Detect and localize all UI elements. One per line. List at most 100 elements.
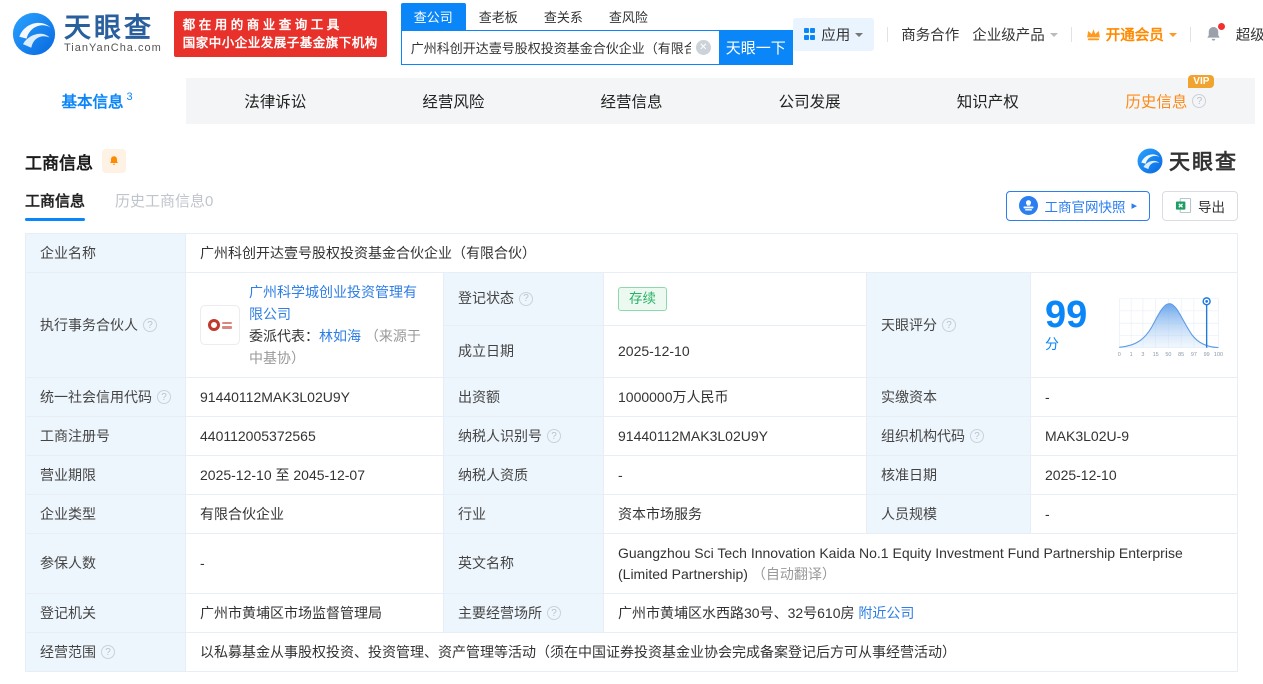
label-cell: 登记状态 [443,272,604,326]
help-icon [970,429,984,443]
search-tab-company[interactable]: 查公司 [400,3,466,30]
label-cell: 主要经营场所 [443,593,604,633]
business-scope-label: 经营范围 [40,643,96,660]
auto-translate-note: （自动翻译） [751,565,836,582]
org-code-label: 组织机构代码 [881,427,965,444]
watermark-text: 天眼查 [1169,151,1238,174]
nearby-companies-link[interactable]: 附近公司 [858,605,914,621]
label-cell: 实缴资本 [866,377,1031,417]
label-cell: 参保人数 [25,533,186,594]
svg-text:15: 15 [1153,352,1159,358]
help-icon [143,318,157,332]
search-input[interactable] [400,30,719,65]
tab-legal-proceedings[interactable]: 法律诉讼 [186,78,364,124]
label-cell: 天眼评分 [866,272,1031,378]
tab-basic-info-count: 3 [126,91,133,103]
score-axis-labels: 0 1 3 15 50 85 97 99 100 [1118,352,1223,358]
taxpayer-id-value: 91440112MAK3L02U9Y [603,416,867,456]
company-tabs: 基本信息 3 法律诉讼 经营风险 经营信息 公司发展 知识产权 VIP 历史信息 [8,75,1255,124]
nav-cooperation[interactable]: 商务合作 [901,24,959,45]
help-icon [547,606,561,620]
tab-operating-info[interactable]: 经营信息 [542,78,720,124]
bell-icon [110,156,118,165]
premises-cell: 广州市黄埔区水西路30号、32号610房 附近公司 [603,593,1238,633]
tab-history-info[interactable]: VIP 历史信息 [1077,75,1255,124]
chevron-down-icon [855,33,864,41]
score-distribution-chart: 0 1 3 15 50 85 97 99 100 [1118,297,1223,358]
label-cell: 工商注册号 [25,416,186,456]
divider [1189,26,1191,42]
export-button[interactable]: 导出 [1162,190,1238,221]
notification-bell[interactable] [1204,22,1225,44]
credit-code-value: 91440112MAK3L02U9Y [185,377,444,417]
tab-label: 经营风险 [422,94,485,111]
company-name-value: 广州科创开达壹号股权投资基金合伙企业（有限合伙） [185,233,1238,273]
enterprise-label: 企业级产品 [972,27,1045,44]
help-icon [1192,94,1207,108]
help-icon [547,429,561,443]
nav-enterprise-products[interactable]: 企业级产品 [972,24,1058,45]
label-cell: 登记机关 [25,593,186,633]
tab-basic-info[interactable]: 基本信息 3 [8,78,187,124]
chevron-down-icon [1168,33,1177,41]
snapshot-button[interactable]: 工商官网快照 ▸ [1006,190,1150,221]
registry-label: 登记机关 [40,604,96,621]
apps-icon [803,28,816,40]
staff-size-value: - [1030,494,1238,534]
registration-status-cell: 存续 [603,272,867,326]
search-button[interactable]: 天眼一下 [718,30,793,65]
taxpayer-qualification-value: - [603,455,867,495]
label-cell: 行业 [443,494,604,534]
apps-label: 应用 [821,27,851,44]
english-name-label: 英文名称 [458,555,514,571]
score-unit: 分 [1045,335,1059,352]
notification-dot [1217,22,1225,30]
search-tab-boss[interactable]: 查老板 [466,3,531,30]
cooperation-label: 商务合作 [901,27,960,44]
logo-title: 天眼查 [64,13,154,43]
tab-company-development[interactable]: 公司发展 [721,78,899,124]
premises-value: 广州市黄埔区水西路30号、32号610房 [618,604,855,621]
approval-date-label: 核准日期 [881,466,937,483]
crown-icon [1086,28,1100,40]
arrow-right-icon: ▸ [1131,200,1137,212]
tab-intellectual-property[interactable]: 知识产权 [899,78,1077,124]
export-button-label: 导出 [1198,199,1225,215]
search-tab-relation[interactable]: 查关系 [531,3,596,30]
subscribe-bell-icon[interactable] [102,149,126,173]
subtab-history-business-info[interactable]: 历史工商信息0 [115,190,213,221]
label-cell: 英文名称 [443,533,604,594]
nav-super-risk[interactable]: 超级风... [1236,24,1263,45]
nav-open-vip[interactable]: 开通会员 [1085,24,1177,45]
label-cell: 人员规模 [866,494,1031,534]
insured-count-value: - [185,533,444,594]
super-risk-label: 超级风... [1235,27,1263,44]
insured-count-label: 参保人数 [40,555,96,571]
tab-basic-info-label: 基本信息 [61,94,124,111]
label-cell: 纳税人识别号 [443,416,604,456]
main-content: 工商信息 天眼查 工商信息 历史工商信息0 工商官网快照 ▸ 导出 企业名称 广… [0,146,1263,672]
slogan-line2: 国家中小企业发展子基金旗下机构 [182,36,378,50]
label-cell: 执行事务合伙人 [25,272,186,378]
label-cell: 企业名称 [25,233,186,273]
search-area: 查公司 查老板 查关系 查风险 ✕ 天眼一下 [400,3,793,65]
industry-label: 行业 [458,505,486,522]
tab-label: 历史信息 [1125,94,1188,111]
tab-label: 知识产权 [956,94,1019,111]
representative-link[interactable]: 林如海 [319,328,361,344]
establish-date-value: 2025-12-10 [603,324,867,378]
tianyancha-logo[interactable]: 天眼查 TianYanCha.com [12,12,162,56]
apps-menu[interactable]: 应用 [792,17,875,51]
subtab-business-info[interactable]: 工商信息 [25,190,85,221]
section-title: 工商信息 [25,153,93,173]
label-cell: 出资额 [443,377,604,417]
divider [1070,26,1072,42]
seal-icon [208,319,220,331]
tab-operating-risk[interactable]: 经营风险 [364,78,542,124]
snapshot-button-label: 工商官网快照 [1044,199,1126,215]
partner-company-link[interactable]: 广州科学城创业投资管理有限公司 [249,284,417,322]
company-type-label: 企业类型 [40,505,96,522]
tab-label: 公司发展 [778,94,841,111]
clear-search-icon[interactable]: ✕ [695,40,711,55]
search-tab-risk[interactable]: 查风险 [596,3,661,30]
